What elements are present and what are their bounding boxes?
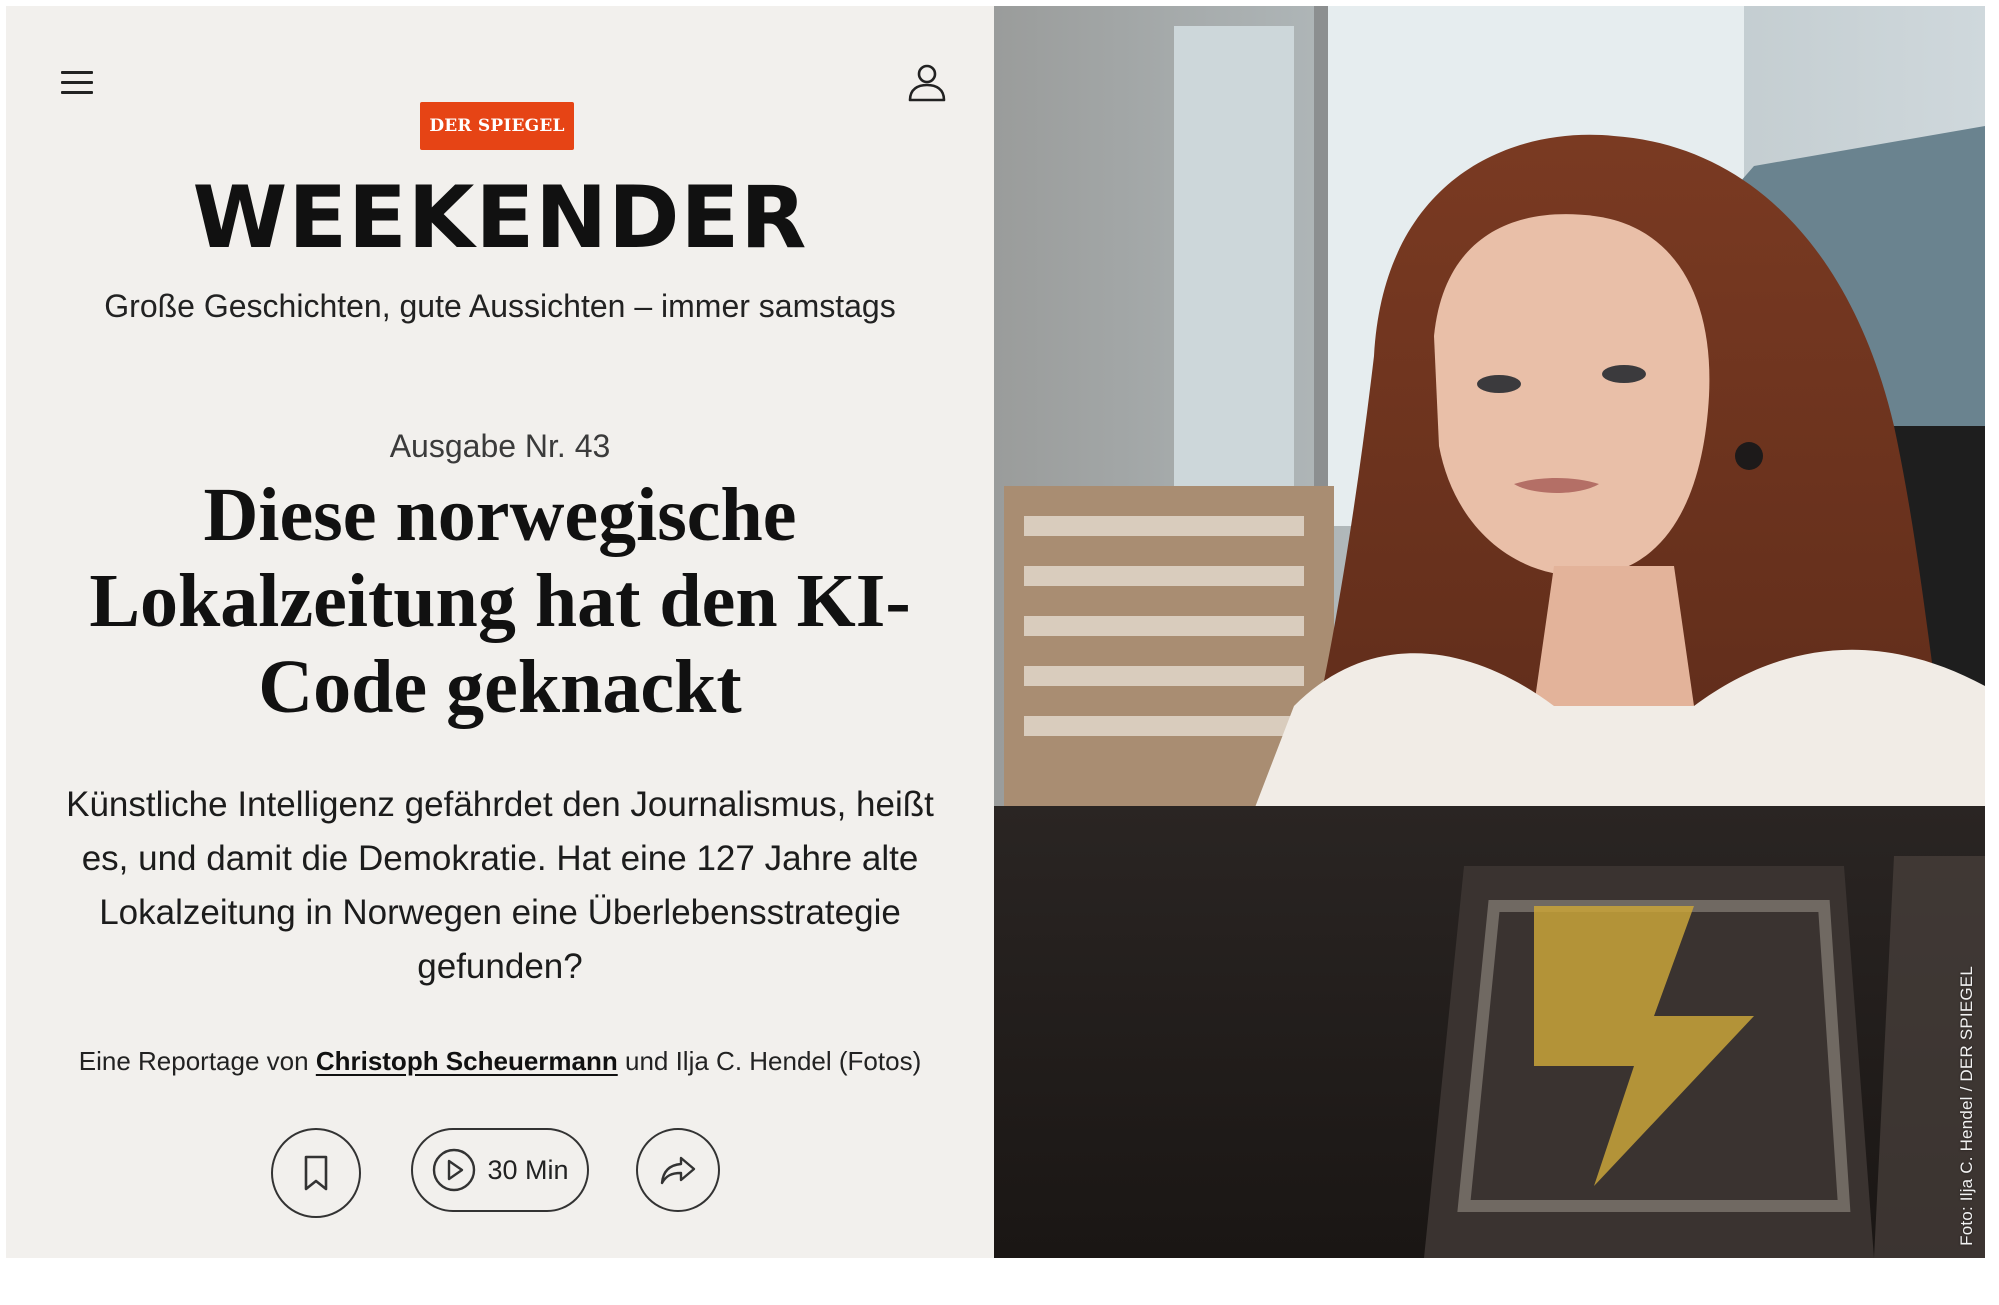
article-teaser: Künstliche Intelligenz gefährdet den Jou… (66, 785, 934, 986)
audio-play-button[interactable]: 30 Min (411, 1128, 589, 1212)
share-button[interactable] (636, 1128, 720, 1212)
page: DER SPIEGEL WEEKENDER Große Geschichten,… (0, 0, 1999, 1305)
article-hero: DER SPIEGEL WEEKENDER Große Geschichten,… (6, 6, 1985, 1258)
hamburger-menu-icon[interactable] (53, 60, 105, 104)
byline-prefix: Eine Reportage von (78, 1046, 309, 1076)
user-icon-svg (908, 64, 946, 102)
bookmark-button[interactable] (271, 1128, 361, 1218)
issue-number: Ausgabe Nr. 43 (389, 428, 611, 464)
byline-suffix: und Ilja C. Hendel (Fotos) (624, 1046, 922, 1076)
section-tagline: Große Geschichten, gute Aussichten – imm… (104, 288, 896, 324)
hero-photo: Foto: Ilja C. Hendel / DER SPIEGEL (994, 6, 1985, 1258)
menu-line (61, 90, 93, 94)
author-link[interactable]: Christoph Scheuermann (316, 1046, 618, 1076)
section-title: WEEKENDER (192, 168, 808, 268)
byline: Eine Reportage von Christoph Scheuermann… (6, 1044, 994, 1078)
article-headline[interactable]: Diese norwegische Lokalzeitung hat den K… (66, 472, 934, 730)
audio-duration: 30 Min (487, 1154, 569, 1185)
brand-logo[interactable]: DER SPIEGEL (420, 102, 574, 150)
play-icon (433, 1148, 476, 1192)
share-icon (660, 1156, 696, 1185)
photo-credit: Foto: Ilja C. Hendel / DER SPIEGEL (1957, 966, 1976, 1246)
menu-line (61, 80, 93, 84)
hero-text-panel: DER SPIEGEL WEEKENDER Große Geschichten,… (6, 6, 994, 1258)
hero-photo-image (994, 6, 1985, 1258)
user-icon[interactable] (901, 56, 953, 108)
bookmark-icon (304, 1155, 328, 1191)
menu-line (61, 70, 93, 74)
